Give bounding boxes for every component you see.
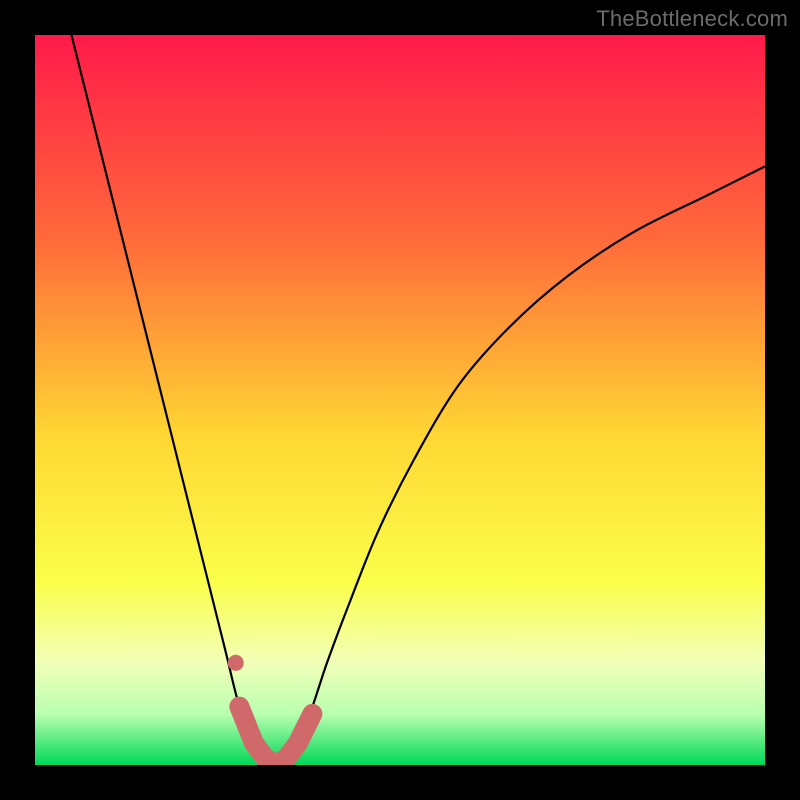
- outlier-dot: [228, 655, 244, 671]
- gradient-background: [35, 35, 765, 765]
- chart-svg: [35, 35, 765, 765]
- outer-frame: TheBottleneck.com: [0, 0, 800, 800]
- watermark-text: TheBottleneck.com: [596, 6, 788, 32]
- plot-area: [35, 35, 765, 765]
